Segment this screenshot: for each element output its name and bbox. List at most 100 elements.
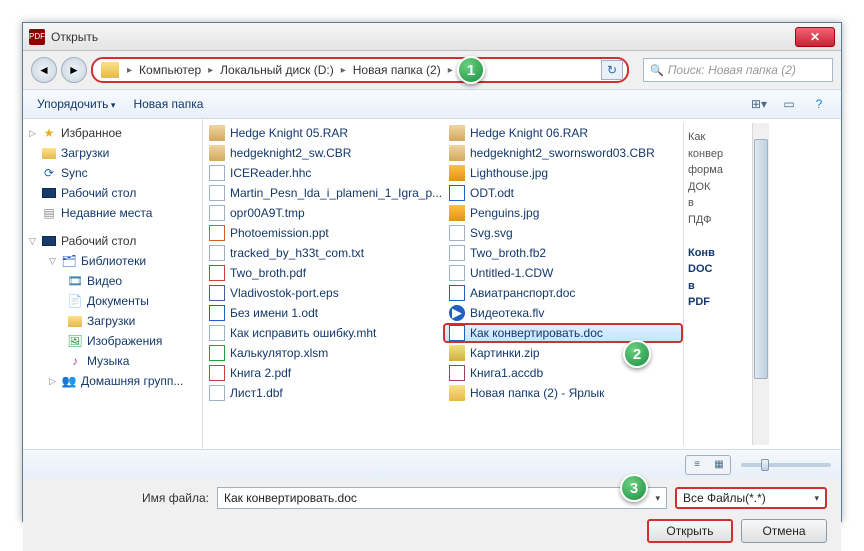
search-input[interactable]: Поиск: Новая папка (2) xyxy=(643,58,833,82)
file-name: Новая папка (2) - Ярлык xyxy=(470,386,604,400)
file-item[interactable]: Книга 2.pdf xyxy=(203,363,443,383)
file-name: ODT.odt xyxy=(470,186,514,200)
file-item[interactable]: Лист1.dbf xyxy=(203,383,443,403)
img-file-icon xyxy=(449,205,465,221)
file-item[interactable]: Калькулятор.xlsm xyxy=(203,343,443,363)
file-name: Как исправить ошибку.mht xyxy=(230,326,376,340)
file-item[interactable]: Lighthouse.jpg xyxy=(443,163,683,183)
preview-line: ПДФ xyxy=(688,212,749,229)
file-item[interactable]: Martin_Pesn_lda_i_plameni_1_Igra_p... xyxy=(203,183,443,203)
img-file-icon xyxy=(449,165,465,181)
slider-knob[interactable] xyxy=(761,459,769,471)
pdf-file-icon xyxy=(209,365,225,381)
forward-button[interactable]: ► xyxy=(61,57,87,83)
db-file-icon xyxy=(449,365,465,381)
fld-file-icon xyxy=(449,385,465,401)
scrollbar-thumb[interactable] xyxy=(754,139,768,379)
sidebar-sync[interactable]: ⟳Sync xyxy=(23,163,202,183)
file-name: Hedge Knight 06.RAR xyxy=(470,126,588,140)
view-options-button[interactable]: ⊞▾ xyxy=(747,94,771,114)
zip-file-icon xyxy=(449,345,465,361)
file-name: tracked_by_h33t_com.txt xyxy=(230,246,364,260)
ppt-file-icon xyxy=(209,225,225,241)
breadcrumb-segment[interactable]: Новая папка (2) xyxy=(350,63,444,77)
sidebar-video[interactable]: 🎞Видео xyxy=(23,271,202,291)
file-item[interactable]: opr00A9T.tmp xyxy=(203,203,443,223)
file-item[interactable]: Без имени 1.odt xyxy=(203,303,443,323)
cancel-button[interactable]: Отмена xyxy=(741,519,827,543)
refresh-button[interactable]: ↻ xyxy=(601,60,623,80)
file-item[interactable]: Новая папка (2) - Ярлык xyxy=(443,383,683,403)
file-name: Lighthouse.jpg xyxy=(470,166,548,180)
chevron-right-icon: ▸ xyxy=(337,65,350,76)
breadcrumb-segment[interactable]: Компьютер xyxy=(136,63,204,77)
gen-file-icon xyxy=(449,265,465,281)
file-name: Photoemission.ppt xyxy=(230,226,329,240)
file-item[interactable]: Untitled-1.CDW xyxy=(443,263,683,283)
mht-file-icon xyxy=(209,325,225,341)
sidebar-desktop[interactable]: Рабочий стол xyxy=(23,183,202,203)
icons-view-icon[interactable]: ▦ xyxy=(708,456,730,474)
filename-input[interactable]: Как конвертировать.doc xyxy=(217,487,667,509)
file-item[interactable]: tracked_by_h33t_com.txt xyxy=(203,243,443,263)
sidebar-favorites[interactable]: ▷★Избранное xyxy=(23,123,202,143)
zoom-slider[interactable] xyxy=(741,463,831,467)
breadcrumb-segment[interactable]: Локальный диск (D:) xyxy=(217,63,337,77)
preview-line: конвер xyxy=(688,146,749,163)
sidebar-images[interactable]: 🖼Изображения xyxy=(23,331,202,351)
window-title: Открыть xyxy=(51,30,795,44)
file-name: Картинки.zip xyxy=(470,346,540,360)
sidebar-desktop-root[interactable]: ▽Рабочий стол xyxy=(23,231,202,251)
sidebar-documents[interactable]: 📄Документы xyxy=(23,291,202,311)
back-button[interactable]: ◄ xyxy=(31,57,57,83)
gen-file-icon xyxy=(209,165,225,181)
file-item[interactable]: Авиатранспорт.doc xyxy=(443,283,683,303)
file-item[interactable]: Vladivostok-port.eps xyxy=(203,283,443,303)
doc-file-icon xyxy=(209,305,225,321)
file-item[interactable]: ▶Видеотека.flv xyxy=(443,303,683,323)
close-button[interactable]: ✕ xyxy=(795,27,835,47)
file-item[interactable]: Photoemission.ppt xyxy=(203,223,443,243)
file-item[interactable]: hedgeknight2_sw.CBR xyxy=(203,143,443,163)
file-name: Svg.svg xyxy=(470,226,513,240)
help-button[interactable]: ? xyxy=(807,94,831,114)
file-name: Martin_Pesn_lda_i_plameni_1_Igra_p... xyxy=(230,186,442,200)
file-item[interactable]: ICEReader.hhc xyxy=(203,163,443,183)
file-item[interactable]: Two_broth.fb2 xyxy=(443,243,683,263)
file-item[interactable]: Svg.svg xyxy=(443,223,683,243)
chevron-right-icon: ▸ xyxy=(444,65,457,76)
open-button[interactable]: Открыть xyxy=(647,519,733,543)
file-item[interactable]: Hedge Knight 06.RAR xyxy=(443,123,683,143)
sidebar-downloads[interactable]: Загрузки xyxy=(23,143,202,163)
preview-pane-button[interactable]: ▭ xyxy=(777,94,801,114)
file-item[interactable]: ODT.odt xyxy=(443,183,683,203)
breadcrumb[interactable]: ▸ Компьютер ▸ Локальный диск (D:) ▸ Нова… xyxy=(91,57,629,83)
file-item[interactable]: Как исправить ошибку.mht xyxy=(203,323,443,343)
bottom-panel: Имя файла: Как конвертировать.doc Все Фа… xyxy=(23,479,841,551)
file-item[interactable]: Как конвертировать.doc xyxy=(443,323,683,343)
sidebar-downloads2[interactable]: Загрузки xyxy=(23,311,202,331)
organize-menu[interactable]: Упорядочить xyxy=(33,97,129,111)
new-folder-button[interactable]: Новая папка xyxy=(129,97,217,111)
file-name: Untitled-1.CDW xyxy=(470,266,553,280)
file-item[interactable]: Penguins.jpg xyxy=(443,203,683,223)
preview-pane: КакконверформаДОКвПДФ КонвDOCвPDF xyxy=(683,123,753,445)
file-item[interactable]: Two_broth.pdf xyxy=(203,263,443,283)
scrollbar[interactable] xyxy=(752,123,769,445)
details-view-icon[interactable]: ≡ xyxy=(686,456,708,474)
file-item[interactable]: Hedge Knight 05.RAR xyxy=(203,123,443,143)
view-switcher[interactable]: ≡▦ xyxy=(685,455,731,475)
file-filter-dropdown[interactable]: Все Файлы(*.*) xyxy=(675,487,827,509)
file-item[interactable]: Книга1.accdb xyxy=(443,363,683,383)
sidebar-libraries[interactable]: ▽🗂Библиотеки xyxy=(23,251,202,271)
sidebar-music[interactable]: ♪Музыка xyxy=(23,351,202,371)
file-item[interactable]: hedgeknight2_swornsword03.CBR xyxy=(443,143,683,163)
file-list: Hedge Knight 05.RARhedgeknight2_sw.CBRIC… xyxy=(203,119,841,449)
status-bar: ≡▦ xyxy=(23,449,841,479)
filename-label: Имя файла: xyxy=(37,491,209,505)
nav-bar: ◄ ► ▸ Компьютер ▸ Локальный диск (D:) ▸ … xyxy=(23,51,841,89)
doc-file-icon xyxy=(449,325,465,341)
sidebar-recent[interactable]: ▤Недавние места xyxy=(23,203,202,223)
titlebar: PDF Открыть ✕ xyxy=(23,23,841,51)
sidebar-homegroup[interactable]: ▷👥Домашняя групп... xyxy=(23,371,202,391)
